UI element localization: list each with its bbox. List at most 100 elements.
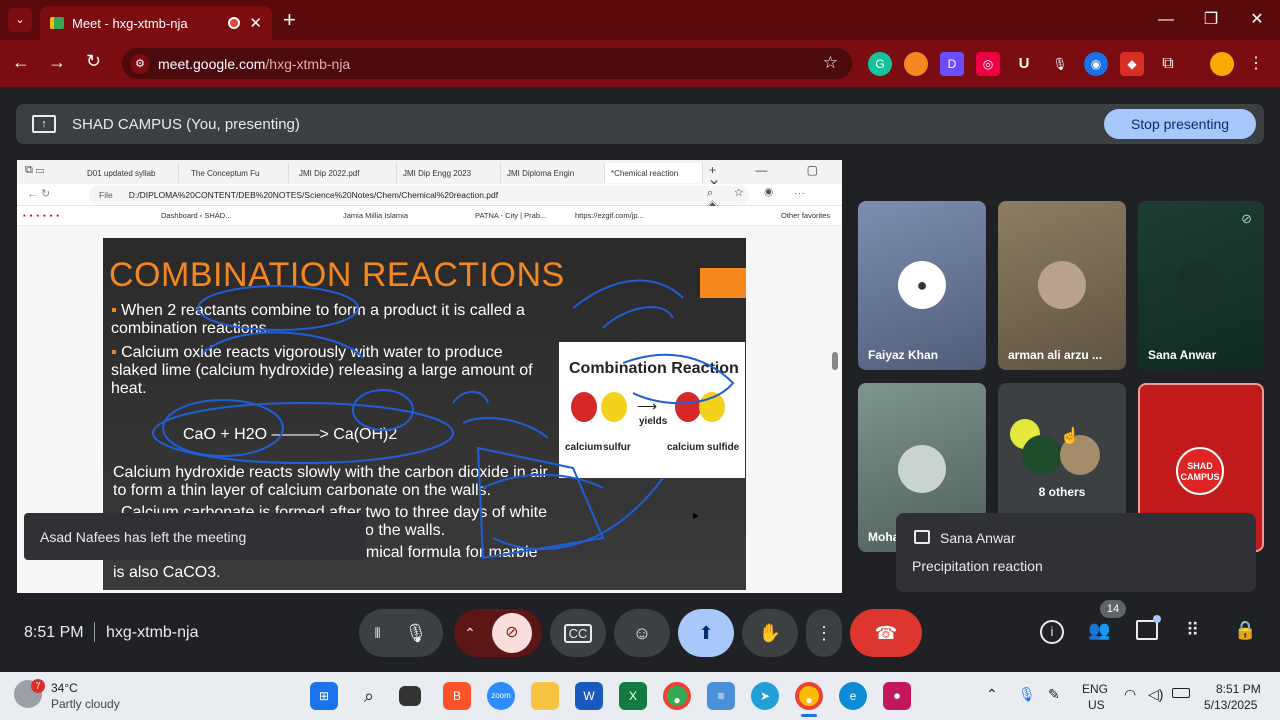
present-button[interactable]: ⬆: [678, 609, 734, 657]
forward-icon[interactable]: →: [48, 52, 66, 73]
zoom-icon[interactable]: zoom: [487, 682, 515, 710]
chrome-active-icon[interactable]: ●: [795, 682, 823, 710]
avatar: [1022, 435, 1062, 475]
bookmark: Jamia Millia Islamia: [343, 211, 409, 220]
volume-icon[interactable]: ◁): [1148, 686, 1163, 703]
video-controls: ⌃ ⊘: [454, 609, 542, 657]
site-info-icon[interactable]: ⚙: [130, 54, 150, 74]
edge-icon[interactable]: e: [839, 682, 867, 710]
back-icon[interactable]: ←: [12, 52, 30, 73]
participant-tile[interactable]: ⊘ Sana Anwar: [1138, 201, 1264, 370]
participant-name: Sana Anwar: [1148, 348, 1217, 362]
emoji-button[interactable]: ☺: [614, 609, 670, 657]
tray-chevron-icon[interactable]: ⌃: [986, 686, 998, 703]
telegram-icon[interactable]: ➤: [751, 682, 779, 710]
chat-icon: [914, 530, 930, 544]
url-domain: meet.google.com: [158, 55, 266, 72]
avatar: ●: [898, 261, 946, 309]
weather-badge: 7: [31, 679, 45, 693]
lang-2[interactable]: US: [1088, 698, 1105, 712]
weather-desc: Partly cloudy: [51, 697, 120, 711]
chrome-icon[interactable]: ●: [663, 682, 691, 710]
more-vert-icon: ⋮: [815, 622, 833, 643]
file-explorer-icon[interactable]: [531, 682, 559, 710]
participant-tile[interactable]: ● Faiyaz Khan: [858, 201, 986, 370]
camera-off-icon[interactable]: ⊘: [491, 613, 532, 653]
info-icon[interactable]: i: [1040, 620, 1064, 644]
shad-campus-logo: SHAD CAMPUS: [1176, 447, 1224, 495]
browser-tab-meet[interactable]: Meet - hxg-xtmb-nja ✕: [40, 6, 272, 40]
chevron-up-icon[interactable]: ⌃: [464, 625, 476, 642]
more-options-button[interactable]: ⋮: [806, 609, 842, 657]
chat-button-icon[interactable]: [1136, 620, 1158, 640]
stop-presenting-button[interactable]: Stop presenting: [1104, 109, 1256, 139]
recording-icon: [228, 17, 240, 29]
mic-icon[interactable]: 🎙: [405, 623, 428, 644]
search-icon[interactable]: ⌕: [355, 682, 383, 710]
extension-u-icon[interactable]: U: [1012, 52, 1036, 76]
mouse-cursor-icon: ▸: [693, 508, 700, 522]
inner-tab: JMI Dip 2022.pdf: [293, 163, 397, 183]
chat-message: Precipitation reaction: [912, 558, 1043, 574]
inner-tab-actions-icon: ⧉ ▭: [25, 164, 45, 176]
grammarly-icon[interactable]: G: [868, 52, 892, 76]
clock-time[interactable]: 8:51 PM: [1216, 682, 1261, 696]
bookmark: https://ezgif.com/jp...: [575, 211, 644, 220]
task-view-icon[interactable]: [399, 686, 421, 706]
meet-icon: [50, 17, 64, 29]
battery-icon[interactable]: [1172, 688, 1190, 698]
close-tab-icon[interactable]: ✕: [249, 14, 262, 32]
new-tab-button[interactable]: +: [283, 7, 296, 33]
host-controls-icon[interactable]: 🔒: [1234, 620, 1256, 641]
notification-toast: Asad Nafees has left the meeting: [24, 513, 366, 560]
inner-tab-active: *Chemical reaction: [605, 163, 703, 183]
raise-hand-button[interactable]: ✋: [742, 609, 798, 657]
leave-call-button[interactable]: ☎: [850, 609, 922, 657]
inner-tab: JMI Diploma Engin: [501, 163, 605, 183]
reload-icon[interactable]: ↻: [86, 51, 101, 72]
audio-controls: ⫴ 🎙: [359, 609, 443, 657]
people-icon[interactable]: 👥: [1088, 620, 1110, 641]
tab-search-icon[interactable]: ⌄: [8, 8, 32, 32]
meeting-time: 8:51 PM: [24, 624, 84, 641]
clock-date[interactable]: 5/13/2025: [1204, 698, 1257, 712]
participant-tile[interactable]: arman ali arzu ...: [998, 201, 1126, 370]
notepad-icon[interactable]: ≡: [707, 682, 735, 710]
extensions-puzzle-icon[interactable]: ⧉: [1156, 52, 1180, 76]
captions-icon: CC: [563, 623, 593, 643]
extension-d-icon[interactable]: D: [940, 52, 964, 76]
wifi-icon[interactable]: ◠: [1124, 686, 1136, 703]
inner-url: D:/DIPLOMA%20CONTENT/DEB%20NOTES/Science…: [128, 190, 499, 200]
extension-blue-icon[interactable]: ◉: [1084, 52, 1108, 76]
captions-button[interactable]: CC: [550, 609, 606, 657]
chat-popup[interactable]: Sana Anwar Precipitation reaction: [896, 513, 1256, 592]
bookmark-star-icon[interactable]: ☆: [823, 53, 838, 73]
minimize-icon[interactable]: —: [1154, 8, 1178, 32]
extension-orange-icon[interactable]: [904, 52, 928, 76]
extension-screenshot-icon[interactable]: ◎: [976, 52, 1000, 76]
chrome-menu-icon[interactable]: ⋮: [1244, 52, 1268, 76]
activities-icon[interactable]: ⠿: [1186, 620, 1199, 641]
word-icon[interactable]: W: [575, 682, 603, 710]
avatar: [898, 445, 946, 493]
restore-icon[interactable]: ❐: [1199, 8, 1223, 32]
address-bar[interactable]: ⚙ meet.google.com/hxg-xtmb-nja ☆: [122, 48, 852, 79]
profile-avatar[interactable]: [1210, 52, 1234, 76]
present-icon: ⬆: [698, 622, 714, 643]
audio-level-icon[interactable]: ⫴: [375, 625, 381, 642]
close-window-icon[interactable]: ✕: [1245, 8, 1269, 32]
scrollbar-thumb: [832, 352, 838, 370]
presenting-label: SHAD CAMPUS (You, presenting): [72, 115, 300, 133]
brave-icon[interactable]: B: [443, 682, 471, 710]
logo-text: SHAD CAMPUS: [1180, 461, 1220, 482]
hang-up-icon: ☎: [874, 622, 898, 643]
mic-extension-icon[interactable]: 🎙: [1048, 52, 1072, 76]
tray-mic-icon[interactable]: 🎙: [1018, 686, 1036, 703]
screen-recorder-icon[interactable]: ⏺: [883, 682, 911, 710]
tray-pen-icon[interactable]: ✎: [1048, 686, 1060, 703]
extension-red-icon[interactable]: ◆: [1120, 52, 1144, 76]
lang-1[interactable]: ENG: [1082, 682, 1108, 696]
avatar: [1176, 261, 1224, 309]
excel-icon[interactable]: X: [619, 682, 647, 710]
windows-start-icon[interactable]: ⊞: [310, 682, 338, 710]
